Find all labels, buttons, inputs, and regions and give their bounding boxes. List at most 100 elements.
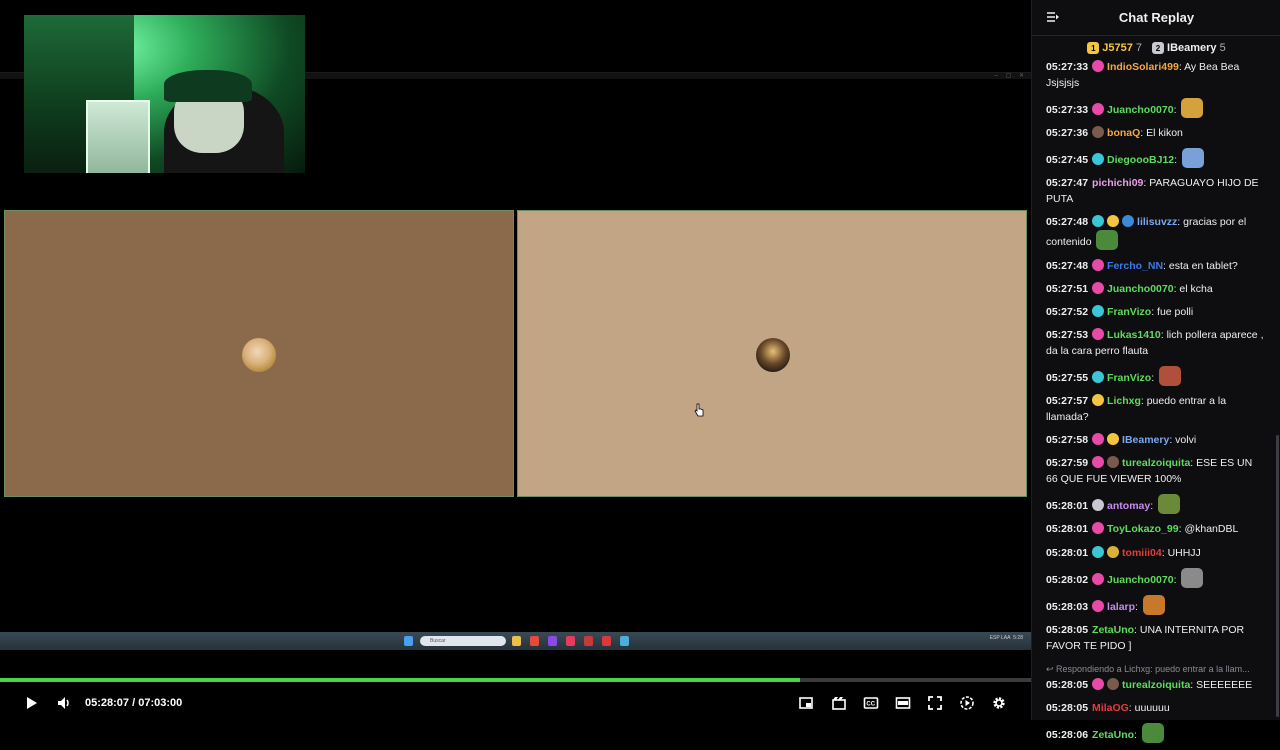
message-text: El kikon [1146,127,1183,140]
chat-message: 05:28:05 ZetaUno: UNA INTERNITA POR FAVOR… [1046,623,1245,652]
seek-bar[interactable] [0,678,1031,682]
chat-message: 05:28:01 ToyLokazo_99: @khanDBL [1046,522,1239,536]
message-username[interactable]: ToyLokazo_99 [1107,523,1179,535]
message-timestamp: 05:27:57 [1046,395,1089,408]
fullscreen-icon [928,696,942,710]
message-username[interactable]: ZetaUno [1092,624,1134,636]
captured-window-buttons: – ▢ ✕ [994,73,1027,79]
user-badge-icon [1092,327,1105,340]
user-badge-icon [1092,456,1105,469]
message-username[interactable]: FranVizo [1107,306,1151,318]
message-timestamp: 05:28:05 [1046,701,1089,714]
message-timestamp: 05:27:48 [1046,216,1089,229]
emote-icon [1142,594,1165,615]
emote-icon [1158,494,1181,515]
fullscreen-button[interactable] [926,694,944,712]
app-icon [620,636,629,646]
app-icon [602,636,611,646]
taskbar-search: Buscar [420,636,506,646]
chat-message: 05:28:05 turealzoiquita: SEEEEEEE [1046,677,1253,691]
message-username[interactable]: antomay [1107,500,1150,512]
playback-speed-button[interactable] [958,694,976,712]
volume-button[interactable] [55,694,73,712]
message-username[interactable]: Juancho0070 [1107,574,1174,586]
message-timestamp: 05:27:53 [1046,328,1089,341]
message-username[interactable]: tomiii04 [1122,547,1162,559]
message-username[interactable]: Juancho0070 [1107,104,1174,116]
miniplayer-button[interactable] [797,694,815,712]
chat-message: 05:27:51 Juancho0070: el kcha [1046,281,1213,295]
participant-avatar [242,338,276,372]
emote-icon [1181,567,1204,588]
message-timestamp: 05:28:03 [1046,600,1089,613]
message-username[interactable]: DiegoooBJ12 [1107,154,1174,166]
leaderboard-user[interactable]: IBeamery [1167,42,1217,54]
chat-message: 05:27:55 FranVizo: [1046,365,1264,386]
chat-message: 05:27:45 DiegoooBJ12: [1046,148,1264,169]
message-username[interactable]: Juancho0070 [1107,283,1174,295]
message-text: fue polli [1157,305,1194,318]
app-icon [566,636,575,646]
user-badge-icon [1092,394,1105,407]
message-username[interactable]: Lichxg [1107,395,1141,407]
video-player[interactable]: – ▢ ✕ Buscar ESP LAA 5:28 05:28:07 / 07:… [0,0,1031,720]
duration: 07:03:00 [138,697,183,709]
chat-message: 05:27:57 Lichxg: puedo entrar a la llamad… [1046,394,1227,424]
user-badge-icon [1092,499,1105,512]
chat-message: 05:27:47 pichichi09: PARAGUAYO HIJO DE PU… [1046,177,1259,206]
current-time: 05:28:07 [85,697,130,709]
message-username[interactable]: FranVizo [1107,372,1151,384]
chat-message: 05:27:58 IBeamery: volvi [1046,433,1197,447]
user-badge-icon [1092,522,1105,535]
play-button[interactable] [22,694,40,712]
user-badge-icon [1092,433,1105,446]
chat-message: 05:28:03 lalarp: [1046,594,1264,615]
message-username[interactable]: IndioSolari499 [1107,61,1179,73]
chat-message: 05:27:48 lilisuvzz: gracias por el conten… [1046,215,1247,251]
user-badge-icon [1092,677,1105,690]
settings-button[interactable] [990,694,1008,712]
captions-icon: CC [863,697,879,709]
message-username[interactable]: Lukas1410 [1107,329,1161,341]
message-username[interactable]: turealzoiquita [1122,457,1190,469]
message-timestamp: 05:28:06 [1046,729,1089,742]
clip-button[interactable] [830,694,848,712]
message-timestamp: 05:27:51 [1046,282,1089,295]
leaderboard-count: 7 [1135,42,1143,54]
message-timestamp: 05:28:05 [1046,623,1089,636]
theatre-mode-button[interactable] [894,694,912,712]
message-username[interactable]: Fercho_NN [1107,260,1163,272]
user-badge-icon [1107,456,1120,469]
user-badge-icon [1092,572,1105,585]
emote-icon [1159,365,1182,386]
message-username[interactable]: turealzoiquita [1122,679,1190,691]
message-text: uuuuuu [1134,701,1170,714]
message-timestamp: 05:27:36 [1046,127,1089,140]
message-timestamp: 05:28:02 [1046,573,1089,586]
message-username[interactable]: MilaOG [1092,702,1129,714]
leaderboard-user[interactable]: J5757 [1102,42,1133,54]
hand-cursor-icon [694,403,704,417]
captions-button[interactable]: CC [862,694,880,712]
message-username[interactable]: pichichi09 [1092,177,1143,189]
message-username[interactable]: IBeamery [1122,434,1169,446]
leaderboard-entry: 2 IBeamery 5 [1152,40,1226,56]
chat-leaderboard: 1 J5757 7 2 IBeamery 5 [1032,40,1280,56]
rank-badge-icon: 2 [1152,42,1165,54]
rank-badge-icon: 1 [1087,42,1100,54]
browser-icon [530,636,539,646]
chat-scrollbar[interactable] [1276,435,1279,717]
message-username[interactable]: lalarp [1107,601,1135,613]
message-username[interactable]: bonaQ [1107,127,1140,139]
user-badge-icon [1107,433,1120,446]
gear-icon [993,697,1005,709]
user-badge-icon [1107,215,1120,228]
desktop-taskbar: Buscar ESP LAA 5:28 [0,632,1031,650]
chat-message: 05:28:02 Juancho0070: [1046,567,1264,588]
user-badge-icon [1092,258,1105,271]
message-text: volvi [1175,434,1197,447]
chat-message: 05:27:33 IndioSolari499: Ay Bea Bea Jsjsj… [1046,60,1240,89]
message-username[interactable]: ZetaUno [1092,729,1134,741]
message-text: esta en tablet? [1168,259,1238,272]
message-username[interactable]: lilisuvzz [1137,216,1177,228]
